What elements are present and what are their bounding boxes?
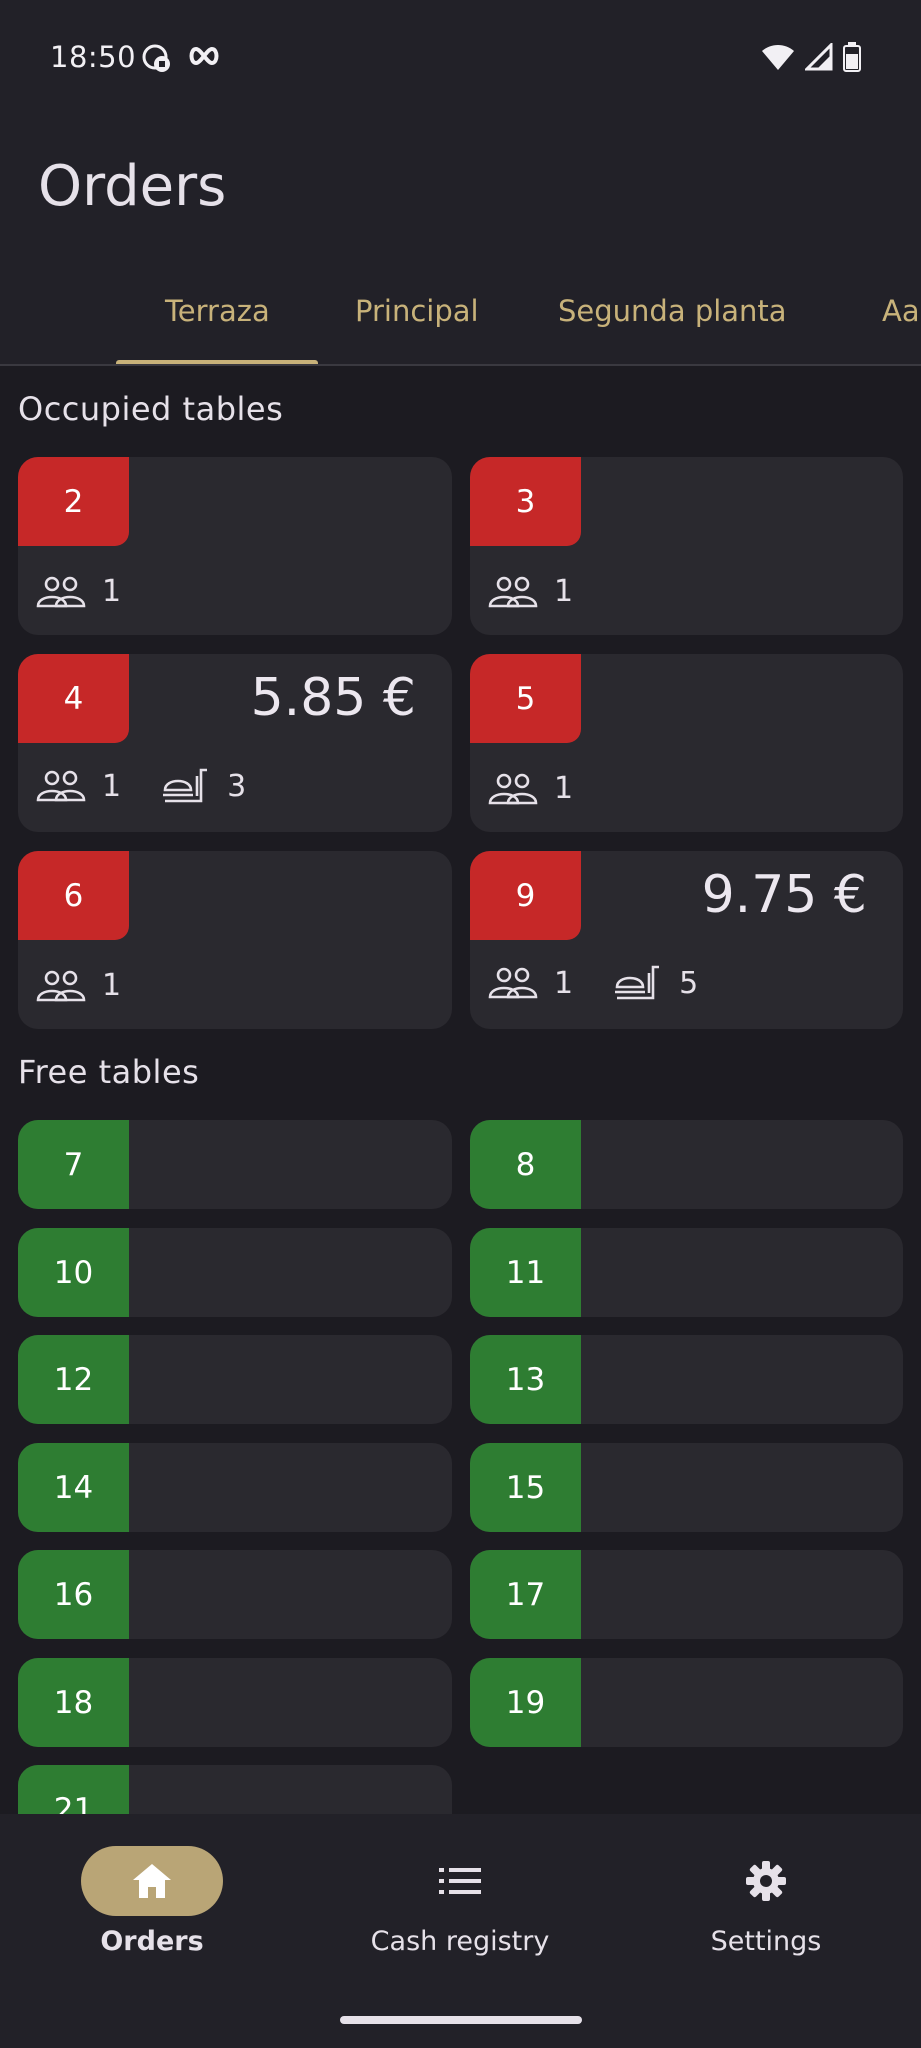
table-number-badge: 7 [18,1120,129,1209]
app-bar: Orders [0,116,921,266]
room-tabs: Terraza Principal Segunda planta Aa [0,266,921,366]
guests-icon [36,970,86,1001]
free-table-card[interactable]: 15 [470,1443,903,1532]
card-info: 1 [488,771,573,806]
free-table-card[interactable]: 17 [470,1550,903,1639]
guest-count: 1 [102,768,122,804]
table-number-badge: 2 [18,457,129,546]
table-number-badge: 14 [18,1443,129,1532]
table-number-badge: 18 [18,1658,129,1747]
item-count: 3 [227,768,247,804]
nav-indicator [81,1846,223,1916]
bottom-navigation: Orders Cash registry Settings [0,1814,921,2048]
list-icon [439,1868,481,1894]
occupied-tables-heading: Occupied tables [18,390,284,428]
page-title: Orders [38,154,227,219]
table-number-badge: 11 [470,1228,581,1317]
gesture-bar[interactable] [340,2016,582,2024]
tab-segunda-planta[interactable]: Segunda planta [558,294,787,328]
free-table-card[interactable]: 10 [18,1228,452,1317]
guest-count: 1 [554,771,574,806]
free-table-card[interactable]: 14 [18,1443,452,1532]
table-number-badge: 9 [470,851,581,940]
nav-indicator [389,1846,531,1916]
card-info: 1 [488,574,573,609]
table-number-badge: 15 [470,1443,581,1532]
items-info: 5 [613,963,698,1003]
occupied-table-card[interactable]: 5 1 [470,654,903,832]
guest-count: 1 [102,574,122,609]
occupied-table-card[interactable]: 4 5.85 € 1 3 [18,654,452,832]
free-table-card[interactable]: 11 [470,1228,903,1317]
guests-icon [488,967,538,999]
table-number-badge: 4 [18,654,129,743]
free-table-card[interactable]: 16 [18,1550,452,1639]
order-total: 5.85 € [250,668,416,728]
dish-icon [615,965,660,1000]
status-bar: 18:50 [0,0,921,116]
status-time: 18:50 [50,40,137,74]
free-table-card[interactable]: 8 [470,1120,903,1209]
home-icon [133,1864,171,1898]
table-number-badge: 17 [470,1550,581,1639]
free-table-card[interactable]: 19 [470,1658,903,1747]
table-number-badge: 6 [18,851,129,940]
free-table-card[interactable]: 7 [18,1120,452,1209]
guests-icon [488,576,538,607]
guests-icon [36,576,86,607]
table-number-badge: 5 [470,654,581,743]
table-number-badge: 3 [470,457,581,546]
occupied-table-card[interactable]: 9 9.75 € 1 5 [470,851,903,1029]
items-info: 3 [161,766,246,806]
active-tab-indicator [116,360,318,364]
gear-icon [746,1861,786,1901]
nav-settings[interactable]: Settings [616,1846,916,1957]
data-saver-icon [140,42,172,78]
tab-principal[interactable]: Principal [355,294,479,328]
table-number-badge: 12 [18,1335,129,1424]
card-info: 1 3 [36,766,246,806]
order-total: 9.75 € [701,865,867,925]
nav-label: Settings [710,1926,822,1957]
nav-cash-registry[interactable]: Cash registry [310,1846,610,1957]
table-number-badge: 19 [470,1658,581,1747]
nav-indicator [695,1846,837,1916]
battery-icon [843,42,861,72]
card-info: 1 [36,574,121,609]
table-number-badge: 13 [470,1335,581,1424]
status-icons [761,42,861,72]
card-info: 1 5 [488,963,698,1003]
free-tables-heading: Free tables [18,1053,200,1091]
free-table-card[interactable]: 13 [470,1335,903,1424]
free-table-card[interactable]: 18 [18,1658,452,1747]
card-info: 1 [36,968,121,1003]
nav-orders[interactable]: Orders [2,1846,302,1957]
dish-icon [163,768,208,803]
guests-icon [36,770,86,802]
nav-label: Orders [100,1926,204,1957]
signal-icon [805,43,833,71]
occupied-table-card[interactable]: 6 1 [18,851,452,1029]
occupied-table-card[interactable]: 2 1 [18,457,452,635]
infinity-icon [188,46,220,70]
wifi-icon [762,45,794,70]
occupied-table-card[interactable]: 3 1 [470,457,903,635]
nav-label: Cash registry [370,1926,550,1957]
guests-icon [488,773,538,804]
tab-terraza[interactable]: Terraza [165,294,270,328]
free-table-card[interactable]: 12 [18,1335,452,1424]
table-number-badge: 10 [18,1228,129,1317]
guest-count: 1 [102,968,122,1003]
table-number-badge: 8 [470,1120,581,1209]
guest-count: 1 [554,965,574,1001]
item-count: 5 [679,965,699,1001]
table-number-badge: 16 [18,1550,129,1639]
tab-aa[interactable]: Aa [882,294,920,328]
guest-count: 1 [554,574,574,609]
